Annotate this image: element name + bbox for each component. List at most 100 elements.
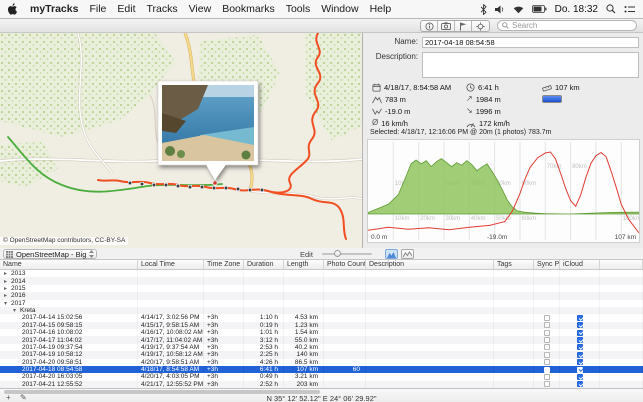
stat-ascent: 1984 m <box>476 95 501 104</box>
menu-file[interactable]: File <box>89 3 106 15</box>
volume-icon[interactable] <box>495 5 505 14</box>
group-row[interactable]: ▾Kreta <box>0 307 643 314</box>
column-header-photo-count[interactable]: Photo Count <box>324 260 366 269</box>
cell-sync <box>534 277 560 284</box>
profile-chart-container[interactable]: 10km30km40km50km60km70km80km10km20km30km… <box>367 139 640 243</box>
group-row[interactable]: ▸2013 <box>0 270 643 277</box>
track-row[interactable]: 2017-04-20 09:58:514/20/17, 9:58:51 AM+3… <box>0 359 643 366</box>
column-header-duration[interactable]: Duration <box>244 260 284 269</box>
menu-edit[interactable]: Edit <box>117 3 135 15</box>
notification-center-icon[interactable] <box>624 5 635 14</box>
menu-bookmarks[interactable]: Bookmarks <box>222 3 275 15</box>
sync-checkbox[interactable] <box>544 374 550 380</box>
group-row[interactable]: ▸2015 <box>0 285 643 292</box>
battery-icon[interactable] <box>532 5 547 13</box>
map-view[interactable]: © OpenStreetMap contributors, CC-BY-SA <box>0 33 363 248</box>
column-header-description[interactable]: Description <box>366 260 494 269</box>
icloud-checkbox[interactable] <box>577 322 583 328</box>
track-color-swatch[interactable] <box>542 95 562 103</box>
menu-view[interactable]: View <box>189 3 212 15</box>
sync-checkbox[interactable] <box>544 322 550 328</box>
group-row[interactable]: ▾2017 <box>0 300 643 307</box>
column-header-time-zone[interactable]: Time Zone <box>204 260 244 269</box>
disclosure-triangle[interactable]: ▸ <box>4 285 11 292</box>
speed-profile-toggle[interactable] <box>401 249 414 259</box>
track-description-field[interactable] <box>422 52 639 78</box>
icloud-checkbox[interactable] <box>577 337 583 343</box>
search-input[interactable]: Search <box>497 20 637 31</box>
icloud-checkbox[interactable] <box>577 359 583 365</box>
icloud-checkbox[interactable] <box>577 352 583 358</box>
spotlight-icon[interactable] <box>606 4 616 14</box>
slider-thumb[interactable] <box>334 250 341 257</box>
sync-checkbox[interactable] <box>544 381 550 387</box>
cell-tags <box>494 307 534 314</box>
sync-checkbox[interactable] <box>544 330 550 336</box>
cell-icloud <box>560 270 600 277</box>
icloud-checkbox[interactable] <box>577 374 583 380</box>
info-button[interactable] <box>421 21 438 31</box>
track-name-field[interactable] <box>422 37 639 48</box>
selected-point-info: Selected: 4/18/17, 12:16:06 PM @ 20m (1 … <box>370 129 551 136</box>
cell-description <box>366 300 494 307</box>
track-row[interactable]: 2017-04-21 12:55:524/21/17, 12:55:52 PM+… <box>0 381 643 388</box>
icloud-checkbox[interactable] <box>577 381 583 387</box>
menubar-clock[interactable]: Do. 18:32 <box>555 4 598 15</box>
selected-photo-marker[interactable] <box>213 181 217 185</box>
track-row[interactable]: 2017-04-19 10:58:124/19/17, 10:58:12 AM+… <box>0 351 643 358</box>
stat-duration: 6:41 h <box>478 83 499 92</box>
edit-mode-label[interactable]: Edit <box>300 250 313 259</box>
cell-sync <box>534 270 560 277</box>
bluetooth-icon[interactable] <box>480 4 487 15</box>
track-row[interactable]: 2017-04-19 09:37:544/19/17, 9:37:54 AM+3… <box>0 344 643 351</box>
group-row[interactable]: ▸2016 <box>0 292 643 299</box>
sync-checkbox[interactable] <box>544 344 550 350</box>
apple-menu-icon[interactable] <box>8 3 18 15</box>
menu-window[interactable]: Window <box>321 3 358 15</box>
sync-checkbox[interactable] <box>544 315 550 321</box>
wifi-icon[interactable] <box>513 5 524 14</box>
app-menu[interactable]: myTracks <box>30 3 78 15</box>
icloud-checkbox[interactable] <box>577 344 583 350</box>
cell-sync <box>534 322 560 329</box>
icloud-checkbox[interactable] <box>577 315 583 321</box>
sync-checkbox[interactable] <box>544 352 550 358</box>
column-header-name[interactable]: Name <box>0 260 138 269</box>
photo-popup[interactable] <box>158 81 258 180</box>
track-row[interactable]: 2017-04-14 15:02:564/14/17, 3:02:56 PM+3… <box>0 314 643 321</box>
track-row[interactable]: 2017-04-18 08:54:584/18/17, 8:54:58 AM+3… <box>0 366 643 373</box>
track-row[interactable]: 2017-04-17 11:04:024/17/17, 11:04:02 AM+… <box>0 336 643 343</box>
column-header-icloud[interactable]: iCloud <box>560 260 600 269</box>
sync-checkbox[interactable] <box>544 367 550 373</box>
cell-name: ▸2014 <box>0 277 138 284</box>
icloud-checkbox[interactable] <box>577 330 583 336</box>
photos-button[interactable] <box>438 21 455 31</box>
icloud-checkbox[interactable] <box>577 367 583 373</box>
track-row[interactable]: 2017-04-15 09:58:154/15/17, 9:58:15 AM+3… <box>0 322 643 329</box>
track-row[interactable]: 2017-04-16 10:08:024/16/17, 10:08:02 AM+… <box>0 329 643 336</box>
column-header-local-time[interactable]: Local Time <box>138 260 204 269</box>
disclosure-triangle[interactable]: ▾ <box>4 300 11 307</box>
elevation-profile-toggle[interactable] <box>385 249 398 259</box>
disclosure-triangle[interactable]: ▸ <box>4 292 11 299</box>
column-header-sync-p-[interactable]: Sync P... <box>534 260 560 269</box>
graph-smoothing-slider[interactable] <box>322 253 372 255</box>
menu-tools[interactable]: Tools <box>286 3 311 15</box>
disclosure-triangle[interactable]: ▸ <box>4 270 11 277</box>
disclosure-triangle[interactable]: ▾ <box>13 307 20 314</box>
sync-checkbox[interactable] <box>544 359 550 365</box>
settings-gear-button[interactable] <box>472 21 489 31</box>
cell-local-time: 4/14/17, 3:02:56 PM <box>138 314 204 321</box>
column-header-length[interactable]: Length <box>284 260 324 269</box>
map-layer-popup[interactable]: OpenStreetMap - Big <box>3 249 97 259</box>
svg-text:-19.0m: -19.0m <box>487 234 507 241</box>
group-row[interactable]: ▸2014 <box>0 277 643 284</box>
waypoint-flag-button[interactable] <box>455 21 472 31</box>
menu-help[interactable]: Help <box>370 3 392 15</box>
disclosure-triangle[interactable]: ▸ <box>4 278 11 285</box>
column-header-tags[interactable]: Tags <box>494 260 534 269</box>
cell-sync <box>534 344 560 351</box>
sync-checkbox[interactable] <box>544 337 550 343</box>
menu-tracks[interactable]: Tracks <box>146 3 177 15</box>
track-row[interactable]: 2017-04-20 16:03:054/20/17, 4:03:05 PM+3… <box>0 373 643 380</box>
